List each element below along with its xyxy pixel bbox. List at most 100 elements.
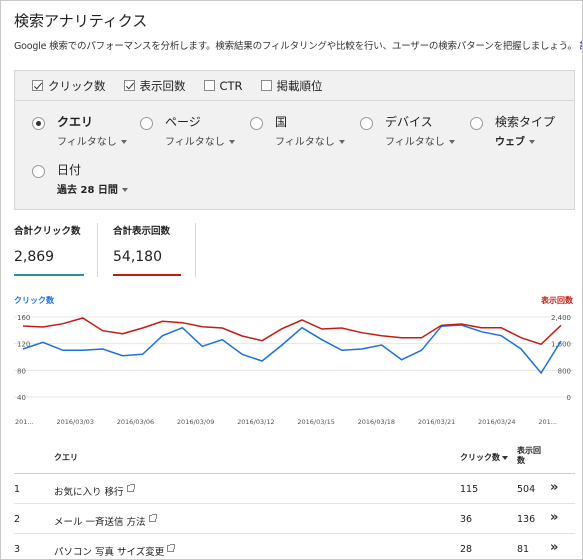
description-text: Google 検索でのパフォーマンスを分析します。検索結果のフィルタリングや比較… xyxy=(14,41,577,52)
dimension-country[interactable]: 国 フィルタなし xyxy=(250,113,345,148)
double-chevron-right-icon[interactable]: » xyxy=(550,510,558,525)
chevron-down-icon xyxy=(529,140,535,144)
chevron-down-icon xyxy=(338,140,345,144)
dimension-search-type[interactable]: 検索タイプ ウェブ xyxy=(470,113,555,148)
header-clicks[interactable]: クリック数 xyxy=(460,452,508,463)
dimension-query-filter[interactable]: フィルタなし xyxy=(57,133,127,148)
radio-icon xyxy=(360,117,373,130)
checkbox-icon xyxy=(260,80,272,91)
metric-ctr-checkbox[interactable]: CTR xyxy=(203,78,243,93)
dimension-device-label: デバイス xyxy=(385,115,433,129)
row-clicks: 28 xyxy=(460,544,473,555)
checkbox-icon xyxy=(123,80,135,91)
metric-impressions-checkbox[interactable]: 表示回数 xyxy=(123,78,186,94)
radio-icon xyxy=(250,117,263,130)
checkbox-icon xyxy=(32,80,43,91)
header-query[interactable]: クエリ xyxy=(54,452,78,463)
dimension-page-label: ページ xyxy=(165,115,201,129)
external-link-icon[interactable] xyxy=(167,544,176,552)
row-rank: 1 xyxy=(14,484,21,495)
total-clicks-tile[interactable]: 合計クリック数 2,869 xyxy=(14,223,81,265)
metric-clicks-checkbox[interactable]: クリック数 xyxy=(32,78,106,94)
x-tick-label: 2016/03/24 xyxy=(478,418,515,426)
row-clicks: 36 xyxy=(460,514,473,525)
checkbox-icon xyxy=(203,80,215,91)
radio-icon xyxy=(140,117,153,130)
right-tick-label: 0 xyxy=(567,394,571,402)
external-link-icon[interactable] xyxy=(126,484,135,492)
row-query[interactable]: パソコン 写真 サイズ変更 xyxy=(54,544,176,558)
table-row[interactable]: 3 パソコン 写真 サイズ変更 28 81 » xyxy=(14,534,575,559)
total-impressions-label: 合計表示回数 xyxy=(113,226,171,237)
clicks-series-line xyxy=(22,324,562,375)
left-tick-label: 40 xyxy=(17,394,26,402)
row-query[interactable]: メール 一斉送信 方法 xyxy=(54,514,157,528)
row-impressions: 81 xyxy=(517,544,530,555)
radio-selected-icon xyxy=(32,117,45,130)
dimension-device-filter[interactable]: フィルタなし xyxy=(385,133,455,148)
right-tick-label: 800 xyxy=(558,367,571,375)
x-tick-label: 2016/03/15 xyxy=(297,418,334,426)
double-chevron-right-icon[interactable]: » xyxy=(550,540,558,555)
details-link[interactable]: 詳細 xyxy=(580,41,583,52)
radio-icon xyxy=(470,117,483,130)
dimension-date[interactable]: 日付 過去 28 日間 xyxy=(32,161,128,196)
sort-desc-icon xyxy=(502,455,508,460)
total-impressions-value: 54,180 xyxy=(113,249,162,265)
x-tick-label: 2016/03/06 xyxy=(117,418,154,426)
metric-position-checkbox[interactable]: 掲載順位 xyxy=(260,78,323,94)
tile-divider xyxy=(97,223,98,277)
x-tick-label: 2016/03/03 xyxy=(56,418,93,426)
right-axis-title: 表示回数 xyxy=(540,295,574,305)
metrics-row: クリック数 表示回数 CTR 掲載順位 xyxy=(15,71,574,101)
x-tick-label: 2016/03/09 xyxy=(177,418,214,426)
x-tick-label: 2016/03/12 xyxy=(237,418,274,426)
total-impressions-tile[interactable]: 合計表示回数 54,180 xyxy=(113,223,170,265)
query-table: クエリ クリック数 表示回数 1 お気に入り 移行 115 504 » 2 メー… xyxy=(14,440,575,559)
row-clicks: 115 xyxy=(460,484,479,495)
table-row[interactable]: 2 メール 一斉送信 方法 36 136 » xyxy=(14,504,575,534)
table-header: クエリ クリック数 表示回数 xyxy=(14,440,575,474)
x-tick-label: 201... xyxy=(15,418,34,426)
x-tick-label: 2016/03/21 xyxy=(418,418,455,426)
performance-chart: クリック数 表示回数160 2,400120 1,60080 80040 0201... 2… xyxy=(14,295,574,426)
row-rank: 3 xyxy=(14,544,21,555)
dimension-page-filter[interactable]: フィルタなし xyxy=(165,133,235,148)
metric-clicks-label: クリック数 xyxy=(48,78,106,93)
table-row[interactable]: 1 お気に入り 移行 115 504 » xyxy=(14,474,575,504)
right-tick-label: 2,400 xyxy=(551,314,571,322)
dimension-country-filter[interactable]: フィルタなし xyxy=(275,133,345,148)
row-impressions: 504 xyxy=(517,484,536,495)
page-description: Google 検索でのパフォーマンスを分析します。検索結果のフィルタリングや比較… xyxy=(14,38,583,52)
chevron-down-icon xyxy=(120,140,127,144)
dimension-query-label: クエリ xyxy=(57,115,94,129)
search-analytics-panel: 検索アナリティクス Google 検索でのパフォーマンスを分析します。検索結果の… xyxy=(0,0,583,560)
x-tick-label: 2016/03/18 xyxy=(358,418,395,426)
dimension-device[interactable]: デバイス フィルタなし xyxy=(360,113,455,148)
filter-panel: クリック数 表示回数 CTR 掲載順位 クエリ フィルタなし ページ フィルタな… xyxy=(14,70,575,210)
external-link-icon[interactable] xyxy=(148,514,157,522)
dimension-search-type-filter[interactable]: ウェブ xyxy=(495,133,555,148)
dimension-date-label: 日付 xyxy=(57,163,82,177)
left-axis-title: クリック数 xyxy=(14,295,55,305)
left-tick-label: 80 xyxy=(17,367,26,375)
total-clicks-label: 合計クリック数 xyxy=(14,226,81,237)
dimension-query[interactable]: クエリ フィルタなし xyxy=(32,113,127,148)
chevron-down-icon xyxy=(448,140,455,144)
dimension-date-filter[interactable]: 過去 28 日間 xyxy=(57,181,128,196)
row-impressions: 136 xyxy=(517,514,536,525)
metric-position-label: 掲載順位 xyxy=(276,78,323,93)
radio-icon xyxy=(32,165,45,178)
page-title: 検索アナリティクス xyxy=(14,12,148,30)
dimension-country-label: 国 xyxy=(275,115,288,129)
header-impressions[interactable]: 表示回数 xyxy=(517,446,541,466)
dimension-page[interactable]: ページ フィルタなし xyxy=(140,113,235,148)
dimension-search-type-label: 検索タイプ xyxy=(495,115,556,129)
double-chevron-right-icon[interactable]: » xyxy=(550,480,558,495)
left-tick-label: 160 xyxy=(17,314,30,322)
metric-ctr-label: CTR xyxy=(219,78,243,93)
tile-divider xyxy=(195,223,196,277)
x-tick-label: 201... xyxy=(538,418,557,426)
total-clicks-value: 2,869 xyxy=(14,249,55,265)
row-query[interactable]: お気に入り 移行 xyxy=(54,484,135,498)
